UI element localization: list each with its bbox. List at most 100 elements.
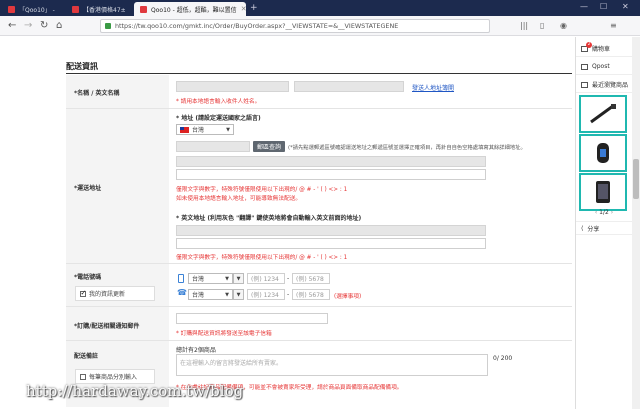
mobile-number-part1-input[interactable]: (例) 1234 [247,273,285,284]
tel-number-part2-input[interactable]: (例) 5678 [292,289,330,300]
email-hint: * 訂購與配送資訊將發送至該電子信箱 [176,331,272,337]
chevron-left-icon[interactable]: ‹ [595,209,597,216]
postcode-search-button[interactable]: 郵區查詢 [253,141,285,152]
dash-separator: - [287,291,290,298]
quick-sidebar: 2 購物車 Qpost 最近瀏覽商品 ‹ 1/2 › ⟨ 分享 [575,37,632,409]
local-address-heading: * 地址 (請設定運送國家之語言) [176,115,261,122]
url-bar[interactable]: https://tw.qoo10.com/gmkt.inc/Order/BuyO… [100,19,490,33]
mobile-phone-icon [178,274,184,283]
char-counter: 0/ 200 [493,355,513,362]
mobile-country-dropdown-button[interactable]: ▼ [233,273,244,284]
address-rule-note: 僅限文字與數字，特殊符號僅限使用以下出現的/ @ # - ' ( ) <> : … [176,187,348,193]
optional-note: (選擇事項) [334,294,362,300]
english-address-line2-input[interactable] [176,238,486,249]
page-scrollbar[interactable] [632,37,640,409]
name-label: *名稱 / 英文名稱 [74,90,120,97]
recipient-name-input[interactable] [176,81,289,92]
email-row: *訂購/配送相關通知郵件 * 訂購與配送資訊將發送至該電子信箱 [66,307,572,341]
selfie-stick-image [590,104,616,124]
remark-label: 配送備註 [74,353,99,360]
country-select[interactable]: 台灣 ▼ [176,124,234,135]
sidebar-item-share[interactable]: ⟨ 分享 [576,221,632,235]
tel-country-dropdown-button[interactable]: ▼ [233,289,244,300]
email-input[interactable] [176,313,328,324]
tel-country-select[interactable]: 台灣 ▼ [188,289,233,300]
dash-separator: - [287,275,290,282]
sidebar-toggle-icon[interactable]: ▯ [540,21,544,30]
account-icon[interactable]: ◉ [560,21,567,30]
name-row: *名稱 / 英文名稱 發送人地址簿開 * 請用本地語言輸入收件人姓名。 [66,75,572,109]
english-address-rule-note: 僅限文字與數字，特殊符號僅限使用以下出現的/ @ # - ' ( ) <> : … [176,255,348,261]
update-my-info-checkbox[interactable]: 我的資訊更新 [75,286,155,301]
mobile-number-part2-input[interactable]: (例) 5678 [292,273,330,284]
minimize-icon[interactable]: — [580,2,588,11]
name-hint: * 請用本地語言輸入收件人姓名。 [176,99,261,105]
address-line2-input[interactable] [176,169,486,180]
reload-icon[interactable]: ↻ [40,20,48,31]
recent-product-thumbnail[interactable] [579,173,627,211]
address-row: *運送地址 * 地址 (請設定運送國家之語言) 台灣 ▼ 郵區查詢 (*請先點選… [66,109,572,264]
chevron-down-icon: ▼ [225,276,229,282]
chevron-down-icon: ▼ [225,292,229,298]
new-tab-icon[interactable]: + [250,3,258,13]
address-label-cell: *運送地址 [66,109,169,263]
sidebar-item-recent[interactable]: 最近瀏覽商品 [576,77,632,93]
mobile-country-select[interactable]: 台灣 ▼ [188,273,233,284]
library-icon[interactable]: ||| [520,21,528,30]
browser-nav-bar: ← → ↻ ⌂ https://tw.qoo10.com/gmkt.inc/Or… [0,16,640,36]
cart-count-badge: 2 [586,42,592,48]
back-icon[interactable]: ← [8,20,16,31]
telephone-icon: ☎ [177,288,187,297]
qoo10-favicon-icon [72,5,79,13]
address-label: *運送地址 [74,185,102,192]
sidebar-item-qpost[interactable]: Qpost [576,59,632,75]
close-window-icon[interactable]: ✕ [622,2,629,11]
url-text: https://tw.qoo10.com/gmkt.inc/Order/BuyO… [115,22,399,30]
english-address-line1-input[interactable] [176,225,486,236]
delivery-remark-textarea[interactable] [176,354,488,376]
postcode-note: (*請先點選郵遞區號確認運送地址之郵遞區號並選擇正確項目，再針自自色空格處填寫其… [288,145,526,151]
divider [66,73,572,74]
taiwan-flag-icon [180,126,189,133]
chevron-down-icon: ▼ [226,127,230,133]
browser-tab-active[interactable]: Qoo10 - 超低，超酷，難以置信 ✕ [134,2,246,16]
browser-tab-bar: 「Qoo10」 - 【香港價格47± Qoo10 - 超低，超酷，難以置信 ✕ … [0,0,640,16]
page-title: 配送資訊 [66,62,98,71]
email-label-cell: *訂購/配送相關通知郵件 [66,307,169,340]
phone-image [596,181,610,203]
recent-pager: ‹ 1/2 › [594,209,614,216]
sidebar-item-cart[interactable]: 2 購物車 [576,41,632,57]
history-icon [581,81,588,88]
close-tab-icon[interactable]: ✕ [241,5,246,13]
fitness-band-image [597,143,609,163]
forward-icon[interactable]: → [24,20,32,31]
address-warning: 如未使用本地語言輸入地址，可能導致無法配送。 [176,196,302,202]
menu-icon[interactable]: ≡ [610,21,617,30]
postcode-input[interactable] [176,141,250,152]
share-icon: ⟨ [581,224,584,232]
english-address-heading: * 英文地址 (利用灰色 "翻譯" 鍵使英地將會自動輸入英文前面的地址) [176,215,362,222]
chevron-right-icon[interactable]: › [611,209,613,216]
recent-product-thumbnail[interactable] [579,134,627,172]
recent-product-thumbnail[interactable] [579,95,627,133]
name-label-cell: *名稱 / 英文名稱 [66,75,169,108]
watermark-text: http://hardaway.com.tw/blog [26,382,244,400]
lock-icon [105,23,111,29]
browser-tab[interactable]: 「Qoo10」 - [2,2,64,16]
page-content: 配送資訊 *名稱 / 英文名稱 發送人地址簿開 * 請用本地語言輸入收件人姓名。… [0,37,574,409]
address-line1-input[interactable] [176,156,486,167]
tel-number-part1-input[interactable]: (例) 1234 [247,289,285,300]
checkbox-unchecked-icon [80,373,86,380]
email-label: *訂購/配送相關通知郵件 [74,323,140,330]
checkbox-checked-icon [80,289,86,297]
scrollbar-thumb[interactable] [633,159,639,199]
browser-tab[interactable]: 【香港價格47± [66,2,132,16]
item-count-text: 總計有2個商品 [176,347,216,354]
phone-label-cell: *電話號碼 我的資訊更新 [66,264,169,306]
recipient-english-name-input[interactable] [294,81,404,92]
mail-icon [581,63,588,70]
address-book-link[interactable]: 發送人地址簿開 [412,83,454,92]
maximize-icon[interactable]: ☐ [600,2,607,11]
home-icon[interactable]: ⌂ [56,20,62,31]
phone-label: *電話號碼 [74,274,102,281]
